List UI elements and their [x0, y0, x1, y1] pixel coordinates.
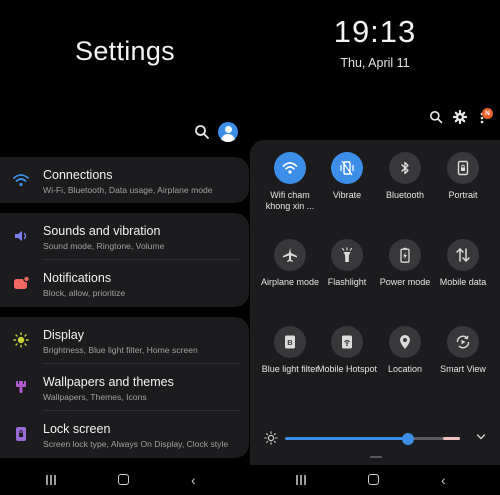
- tile-button[interactable]: [331, 152, 363, 184]
- gear-icon[interactable]: [453, 110, 467, 124]
- settings-item-display[interactable]: Display Brightness, Blue light filter, H…: [0, 317, 249, 363]
- flashlight-icon: [341, 247, 353, 262]
- navigation-bar: ‹: [0, 465, 250, 495]
- portrait-lock-icon: [457, 160, 469, 176]
- tile-label: Flashlight: [327, 277, 367, 287]
- tile-smart-view[interactable]: Smart View: [432, 326, 494, 375]
- smart-view-icon: [456, 335, 470, 349]
- bluetooth-icon: [401, 161, 409, 175]
- settings-item-notifications[interactable]: Notifications Block, allow, prioritize: [0, 260, 249, 306]
- tile-portrait[interactable]: Portrait: [432, 152, 494, 201]
- tile-button[interactable]: [447, 152, 479, 184]
- tile-button[interactable]: [274, 152, 306, 184]
- home-icon[interactable]: [118, 474, 129, 485]
- sun-icon: [13, 332, 29, 348]
- tile-flashlight[interactable]: Flashlight: [316, 239, 378, 288]
- settings-item-wallpapers[interactable]: Wallpapers and themes Wallpapers, Themes…: [0, 364, 249, 410]
- wifi-icon: [282, 162, 298, 174]
- notification-icon: [14, 275, 30, 289]
- settings-item-title: Display: [43, 328, 84, 342]
- tile-button[interactable]: [389, 239, 421, 271]
- settings-item-sounds[interactable]: Sounds and vibration Sound mode, Rington…: [0, 213, 249, 259]
- settings-item-title: Connections: [43, 168, 113, 182]
- tile-label: Airplane mode: [260, 277, 320, 287]
- settings-item-subtitle: Block, allow, prioritize: [43, 288, 126, 298]
- brush-icon: [16, 381, 26, 393]
- tile-power-mode[interactable]: Power mode: [374, 239, 436, 288]
- settings-item-title: Sounds and vibration: [43, 224, 161, 238]
- settings-item-subtitle: Screen lock type, Always On Display, Clo…: [43, 439, 229, 449]
- settings-item-lock-screen[interactable]: Lock screen Screen lock type, Always On …: [0, 411, 249, 457]
- mobile-data-icon: [456, 247, 470, 263]
- tile-label: Power mode: [379, 277, 431, 287]
- clock[interactable]: 19:13: [250, 14, 500, 50]
- tile-label: Smart View: [440, 364, 486, 374]
- settings-item-connections[interactable]: Connections Wi-Fi, Bluetooth, Data usage…: [0, 157, 249, 203]
- vibrate-icon: [339, 160, 355, 176]
- airplane-icon: [283, 248, 297, 262]
- tile-button[interactable]: [331, 239, 363, 271]
- power-mode-icon: [400, 247, 410, 263]
- tile-button[interactable]: B: [274, 326, 306, 358]
- page-title: Settings: [75, 36, 175, 66]
- tile-label: Blue light filter: [261, 364, 319, 374]
- settings-screen: Settings Connections Wi-Fi, Bluetooth, D…: [0, 0, 250, 495]
- settings-item-title: Wallpapers and themes: [43, 375, 174, 389]
- settings-item-subtitle: Wi-Fi, Bluetooth, Data usage, Airplane m…: [43, 185, 213, 195]
- tile-label: Mobile data: [439, 277, 487, 287]
- tile-button[interactable]: [447, 239, 479, 271]
- tile-wifi[interactable]: Wifi cham khong xin ...: [259, 152, 321, 212]
- tile-hotspot[interactable]: Mobile Hotspot: [316, 326, 378, 375]
- settings-group-3: Display Brightness, Blue light filter, H…: [0, 317, 249, 458]
- tile-button[interactable]: [389, 326, 421, 358]
- account-icon[interactable]: [218, 122, 238, 142]
- tile-label: Bluetooth: [385, 190, 425, 200]
- tile-button[interactable]: [274, 239, 306, 271]
- tile-label: Mobile Hotspot: [316, 364, 378, 374]
- tile-bluetooth[interactable]: Bluetooth: [374, 152, 436, 201]
- back-icon[interactable]: ‹: [191, 473, 196, 487]
- blue-light-icon: B: [285, 335, 295, 349]
- settings-item-subtitle: Wallpapers, Themes, Icons: [43, 392, 147, 402]
- tile-label: Vibrate: [332, 190, 362, 200]
- settings-group-2: Sounds and vibration Sound mode, Rington…: [0, 213, 249, 307]
- quick-settings-panel: Wifi cham khong xin ... Vibrate Bluetoot…: [250, 140, 500, 465]
- settings-item-title: Notifications: [43, 271, 112, 285]
- notification-badge: N: [482, 108, 493, 119]
- location-icon: [400, 335, 410, 349]
- search-icon[interactable]: [194, 124, 210, 140]
- svg-text:B: B: [287, 338, 293, 347]
- recent-apps-icon[interactable]: [45, 475, 57, 485]
- tile-label: Portrait: [448, 190, 478, 200]
- tile-label: Location: [387, 364, 423, 374]
- wifi-icon: [13, 174, 29, 187]
- tile-vibrate[interactable]: Vibrate: [316, 152, 378, 201]
- hotspot-icon: [342, 335, 352, 349]
- tile-button[interactable]: [331, 326, 363, 358]
- tile-label: Wifi cham khong xin ...: [265, 190, 315, 211]
- settings-item-subtitle: Brightness, Blue light filter, Home scre…: [43, 345, 198, 355]
- tile-airplane[interactable]: Airplane mode: [259, 239, 321, 288]
- search-icon[interactable]: [429, 110, 443, 124]
- settings-item-title: Lock screen: [43, 422, 111, 436]
- tile-location[interactable]: Location: [374, 326, 436, 375]
- settings-group-1: Connections Wi-Fi, Bluetooth, Data usage…: [0, 157, 249, 203]
- lock-icon: [16, 427, 26, 441]
- settings-item-subtitle: Sound mode, Ringtone, Volume: [43, 241, 165, 251]
- date[interactable]: Thu, April 11: [250, 56, 500, 70]
- tile-button[interactable]: [389, 152, 421, 184]
- speaker-icon: [15, 231, 27, 241]
- tile-mobile-data[interactable]: Mobile data: [432, 239, 494, 288]
- tile-button[interactable]: [447, 326, 479, 358]
- tile-blue-light[interactable]: B Blue light filter: [259, 326, 321, 375]
